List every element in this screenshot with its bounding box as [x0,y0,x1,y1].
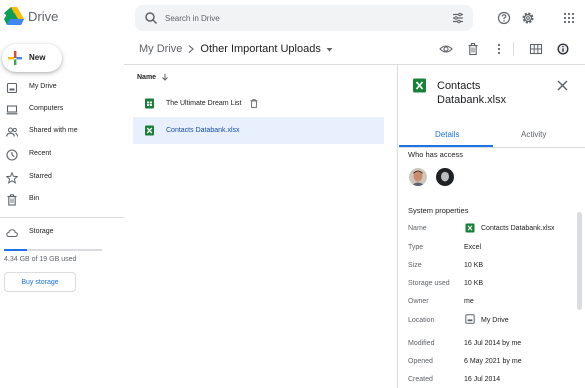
property-label: Modified [408,340,435,347]
delete-icon[interactable] [466,42,480,56]
sidebar-item-label: Computers [29,105,64,112]
property-label: Opened [408,358,433,365]
close-icon[interactable] [557,80,568,91]
property-label: Storage used [408,280,450,287]
avatar[interactable] [409,168,427,186]
details-scrollbar[interactable] [577,212,582,310]
property-value: 10 KB [464,262,484,269]
sidebar-item-bin[interactable]: Bin [0,190,124,210]
details-title: Contacts Databank.xlsx [437,80,507,106]
property-value: 16 Jul 2014 by me [464,340,522,347]
property-label: Owner [408,298,429,305]
arrow-down-icon[interactable] [161,73,169,81]
person-avatar-icon [409,168,427,186]
info-icon[interactable] [556,42,570,56]
sidebar-item-my-drive[interactable]: My Drive [0,78,124,98]
tab-details[interactable]: Details [435,130,459,139]
drive-logo[interactable]: Drive [4,7,58,25]
excel-file-icon [413,78,426,93]
sidebar-item-label: Storage [29,228,54,235]
new-button[interactable]: New [2,44,62,72]
excel-file-icon [145,125,154,136]
tab-activity[interactable]: Activity [521,130,546,139]
chevron-right-icon [189,45,195,53]
main-header-divider [124,64,585,65]
property-value: me [464,298,474,305]
who-has-access-heading: Who has access [408,150,464,159]
sidebar-item-recent[interactable]: Recent [0,145,124,165]
sidebar-item-label: Shared with me [29,127,78,134]
property-label: Created [408,376,433,383]
sidebar-item-starred[interactable]: Starred [0,168,124,188]
storage-progress-fill [4,249,27,251]
file-name: The Ultimate Dream List [166,100,242,107]
more-options-icon[interactable] [492,42,506,56]
shared-trash-icon [250,99,258,108]
tabs-divider [399,147,585,148]
breadcrumb-my-drive[interactable]: My Drive [139,43,182,55]
google-sheets-icon [145,98,154,109]
people-icon [6,127,18,137]
sidebar-item-label: Starred [29,173,52,180]
search-bar[interactable] [135,5,473,31]
system-properties-heading: System properties [408,206,469,215]
breadcrumb-current-folder[interactable]: Other Important Uploads [200,43,333,55]
top-header: Drive [0,0,585,36]
sidebar-item-storage[interactable]: Storage [0,223,124,243]
property-label: Location [408,317,435,324]
file-row-contacts-databank[interactable]: Contacts Databank.xlsx [133,117,384,144]
property-value: Excel [464,244,482,251]
new-button-label: New [29,53,46,62]
grid-view-icon[interactable] [529,42,543,56]
sidebar-item-label: Bin [29,195,40,202]
property-label: Type [408,244,424,251]
sidebar-item-computers[interactable]: Computers [0,100,124,120]
sidebar-divider [0,217,124,218]
drive-logo-icon [4,7,24,25]
property-label: Size [408,262,422,269]
property-value: 10 KB [464,280,484,287]
breadcrumb-current-label: Other Important Uploads [200,43,321,55]
search-icon[interactable] [144,11,158,25]
property-label: Name [408,225,427,232]
buy-storage-button[interactable]: Buy storage [4,272,76,292]
property-value: 16 Jul 2014 [464,376,501,383]
details-panel-divider [397,64,398,388]
search-input[interactable] [165,10,435,26]
help-icon[interactable] [497,11,511,25]
clock-icon [6,149,18,161]
plus-icon [8,51,22,65]
apps-grid-icon[interactable] [562,11,576,25]
file-name: Contacts Databank.xlsx [166,127,240,134]
excel-file-icon [465,223,475,233]
storage-usage-text: 4.34 GB of 19 GB used [4,256,77,263]
property-value: Contacts Databank.xlsx [481,225,555,232]
property-value: 6 May 2021 by me [464,358,522,365]
my-drive-icon [465,314,475,324]
storage-progress-bar [4,249,102,251]
cloud-icon [6,229,18,237]
avatar[interactable] [436,168,454,186]
computer-icon [6,105,18,115]
trash-icon [7,194,17,206]
breadcrumb: My Drive Other Important Uploads [139,43,333,55]
gear-icon[interactable] [521,11,535,25]
eye-icon[interactable] [439,42,453,56]
star-icon [6,172,18,184]
name-column-header[interactable]: Name [137,73,169,81]
app-name: Drive [28,8,59,24]
toolbar-divider [513,42,514,56]
sidebar-item-label: My Drive [29,83,57,90]
person-avatar-icon [436,168,454,186]
search-options-icon[interactable] [451,11,465,25]
file-row-the-ultimate-dream-list[interactable]: The Ultimate Dream List [133,90,384,117]
my-drive-icon [6,82,18,94]
sidebar-item-label: Recent [29,150,52,157]
property-value: My Drive [481,317,509,324]
caret-down-icon [326,47,333,51]
name-column-label: Name [137,73,157,81]
sidebar-item-shared-with-me[interactable]: Shared with me [0,122,124,142]
